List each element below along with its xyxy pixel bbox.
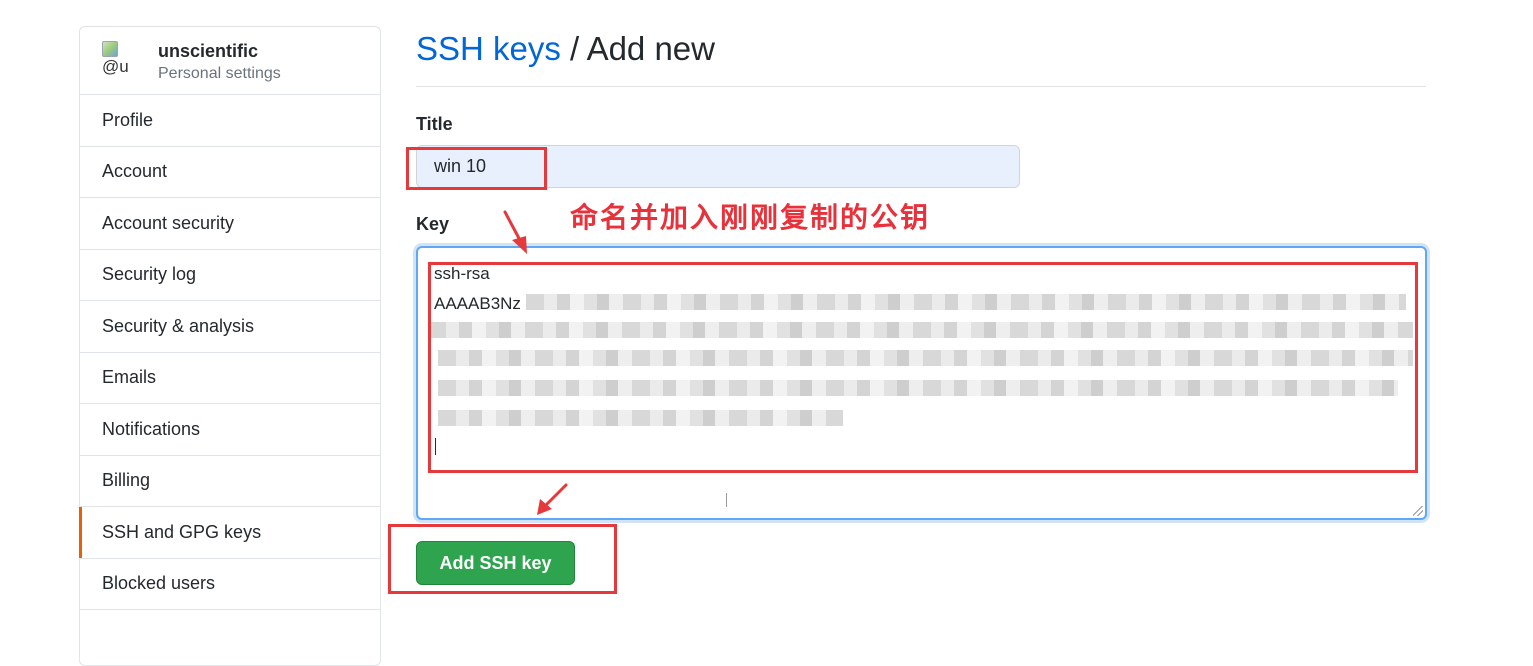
annotation-arrows [503,210,568,515]
arrow-head-key-icon [512,236,527,254]
arrow-to-button-icon [544,483,568,507]
